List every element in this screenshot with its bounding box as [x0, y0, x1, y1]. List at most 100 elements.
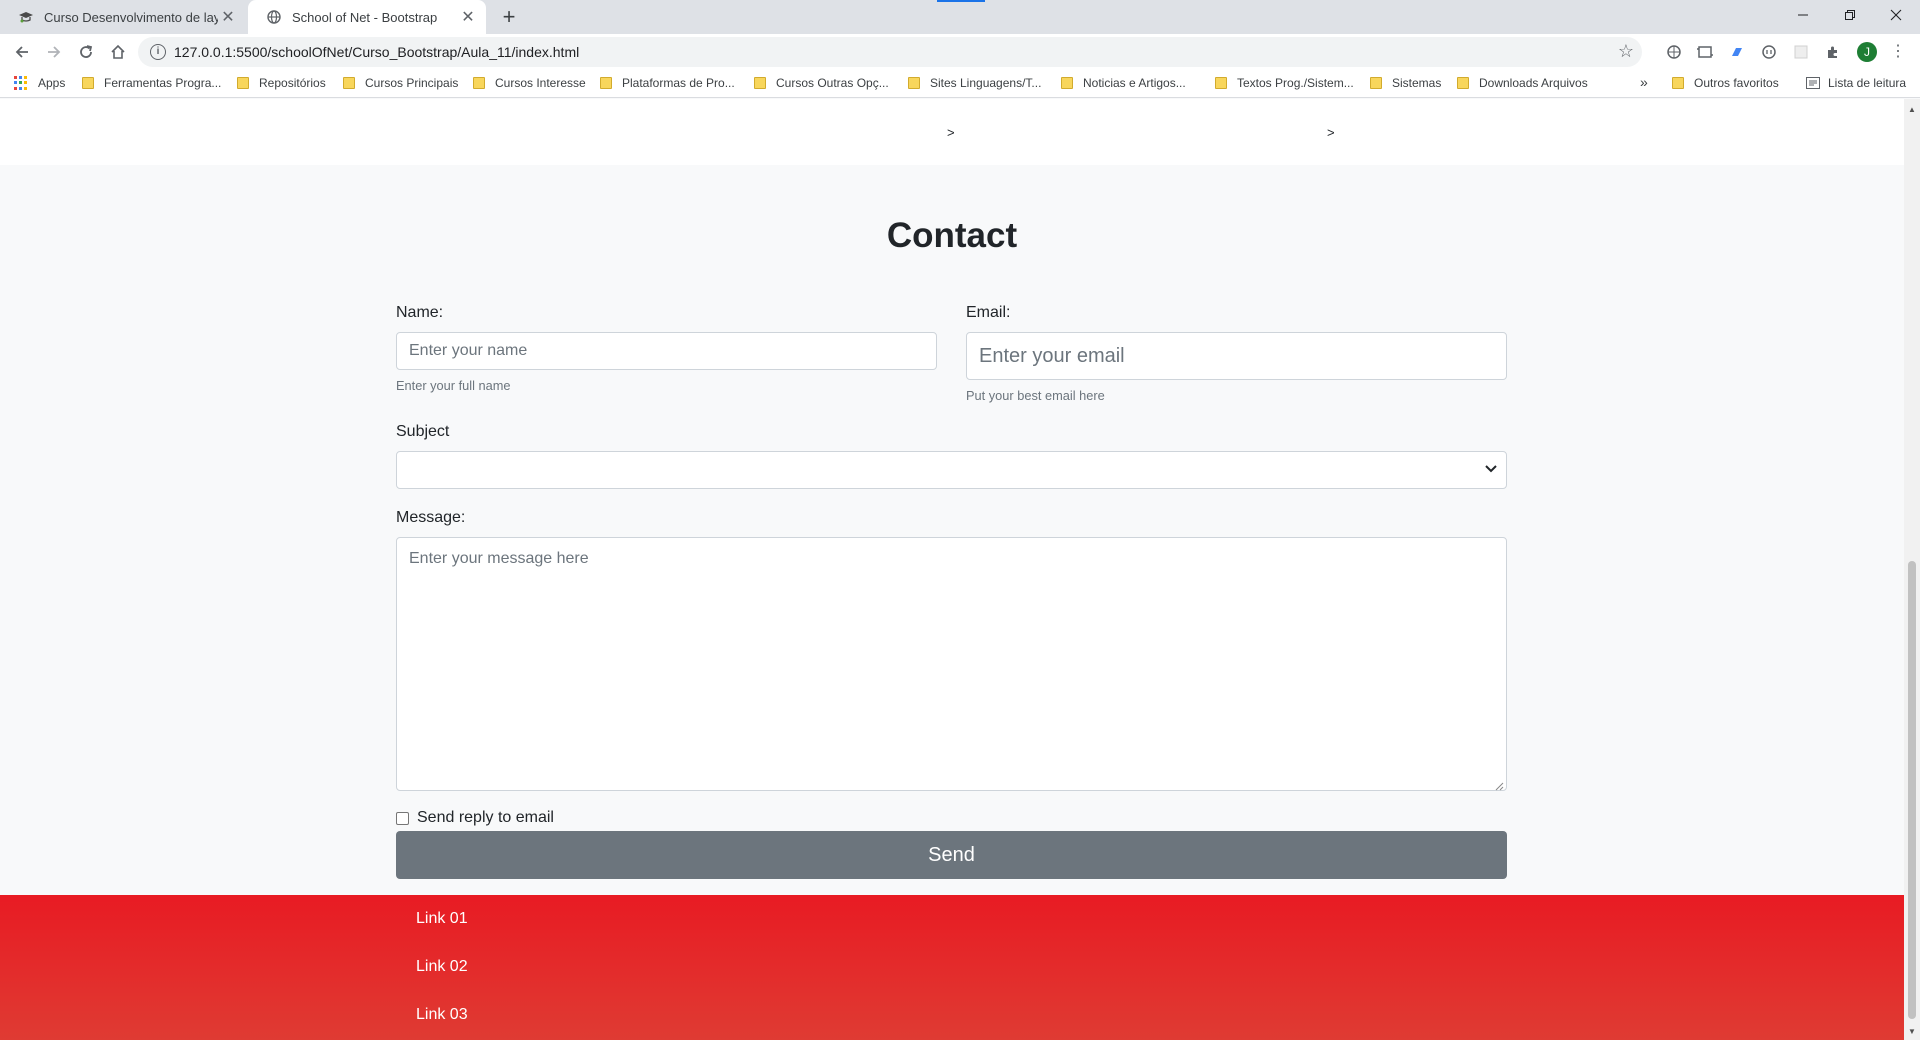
address-bar[interactable]: i 127.0.0.1:5500/schoolOfNet/Curso_Boots…: [138, 37, 1642, 67]
bookmark-label: Apps: [38, 76, 66, 90]
bookmark-label: Cursos Outras Opç...: [776, 76, 889, 90]
graduation-cap-icon: [18, 9, 34, 25]
drive-extension-icon[interactable]: [1728, 43, 1746, 61]
folder-icon: [908, 77, 920, 89]
footer: Link 01 Link 02 Link 03: [0, 895, 1904, 1040]
close-window-icon[interactable]: [1873, 0, 1919, 30]
bookmark-folder[interactable]: Sistemas: [1370, 76, 1441, 90]
bookmark-folder[interactable]: Cursos Principais: [343, 76, 458, 90]
extensions-puzzle-icon[interactable]: [1824, 43, 1842, 61]
tab-title: School of Net - Bootstrap: [292, 9, 438, 25]
message-label: Message:: [396, 509, 466, 526]
back-icon[interactable]: [8, 38, 36, 66]
extension-circle-icon[interactable]: [1760, 43, 1778, 61]
bookmark-folder[interactable]: Textos Prog./Sistem...: [1215, 76, 1354, 90]
name-input[interactable]: Enter your name: [396, 332, 937, 370]
folder-icon: [754, 77, 766, 89]
forward-icon[interactable]: [40, 38, 68, 66]
bookmark-label: Repositórios: [259, 76, 326, 90]
contact-title: Contact: [886, 216, 1018, 255]
page-viewport: > > Contact Name: Enter your name Enter …: [0, 99, 1904, 1040]
bookmark-label: Cursos Principais: [365, 76, 459, 90]
tab-strip: Curso Desenvolvimento de layou ✕ School …: [0, 0, 1920, 34]
folder-icon: [343, 77, 355, 89]
page-scrollbar[interactable]: ▲ ▼: [1904, 99, 1920, 1040]
bookmark-folder[interactable]: Sites Linguagens/T...: [908, 76, 1041, 90]
folder-icon: [1370, 77, 1382, 89]
reading-list-button[interactable]: Lista de leitura: [1806, 76, 1906, 90]
extension-blank-icon[interactable]: [1792, 43, 1810, 61]
folder-icon: [1457, 77, 1469, 89]
folder-icon: [1061, 77, 1073, 89]
folder-icon: [473, 77, 485, 89]
reply-checkbox-row[interactable]: Send reply to email: [396, 809, 554, 827]
footer-link-01[interactable]: Link 01: [416, 910, 468, 928]
profile-avatar[interactable]: J: [1857, 42, 1877, 62]
new-tab-icon[interactable]: +: [497, 4, 521, 29]
footer-link-03[interactable]: Link 03: [416, 1006, 468, 1024]
bookmarks-overflow-button[interactable]: »: [1640, 74, 1648, 90]
folder-icon: [82, 77, 94, 89]
bookmark-label: Textos Prog./Sistem...: [1237, 76, 1354, 90]
site-info-icon[interactable]: i: [150, 44, 166, 60]
resize-grip-icon[interactable]: [1494, 778, 1504, 791]
send-reply-checkbox[interactable]: [396, 811, 409, 825]
bookmark-label: Plataformas de Pro...: [622, 76, 735, 90]
bookmark-folder[interactable]: Cursos Outras Opç...: [754, 76, 889, 90]
bookmark-label: Noticias e Artigos...: [1083, 76, 1186, 90]
send-reply-label[interactable]: Send reply to email: [417, 809, 554, 827]
email-label: Email:: [966, 304, 1011, 321]
tab-curso-desenvolvimento[interactable]: Curso Desenvolvimento de layou ✕: [0, 0, 246, 34]
bookmark-label: Ferramentas Progra...: [104, 76, 222, 90]
message-textarea[interactable]: Enter your message here: [396, 537, 1507, 791]
folder-icon: [1215, 77, 1227, 89]
subject-select[interactable]: [396, 451, 1507, 489]
footer-link-02[interactable]: Link 02: [416, 958, 468, 976]
name-help-text: Enter your full name: [396, 378, 511, 393]
send-button[interactable]: Send: [396, 831, 1507, 879]
home-icon[interactable]: [104, 38, 132, 66]
bookmark-label: Outros favoritos: [1694, 76, 1779, 90]
reload-icon[interactable]: [72, 38, 100, 66]
scroll-down-arrow-icon[interactable]: ▼: [1908, 1027, 1916, 1036]
bookmark-other-favorites[interactable]: Outros favoritos: [1672, 76, 1779, 90]
tab-school-of-net[interactable]: School of Net - Bootstrap ✕: [248, 0, 486, 34]
close-tab-icon[interactable]: ✕: [458, 7, 478, 27]
restore-icon[interactable]: [1827, 0, 1873, 30]
bookmark-folder[interactable]: Repositórios: [237, 76, 326, 90]
url-text: 127.0.0.1:5500/schoolOfNet/Curso_Bootstr…: [174, 44, 580, 60]
screenshot-extension-icon[interactable]: [1696, 43, 1714, 61]
email-input[interactable]: Enter your email: [966, 332, 1507, 380]
tab-drag-indicator: [937, 0, 985, 2]
folder-icon: [600, 77, 612, 89]
bookmark-folder[interactable]: Noticias e Artigos...: [1061, 76, 1186, 90]
globe-icon: [266, 9, 282, 25]
bookmark-folder[interactable]: Downloads Arquivos: [1457, 76, 1588, 90]
close-tab-icon[interactable]: ✕: [218, 7, 238, 27]
reading-list-icon: [1806, 77, 1820, 89]
name-label: Name:: [396, 304, 444, 321]
bookmark-folder[interactable]: Cursos Interesse: [473, 76, 586, 90]
carousel-bottom-strip: > >: [0, 99, 1904, 165]
scrollbar-thumb[interactable]: [1908, 561, 1916, 1019]
extension-puzzle-globe-icon[interactable]: [1665, 43, 1683, 61]
tab-title: Curso Desenvolvimento de layou: [44, 9, 218, 25]
carousel-next-arrow[interactable]: >: [1327, 125, 1335, 140]
chevron-down-icon: [1482, 460, 1500, 478]
folder-icon: [1672, 77, 1684, 89]
carousel-next-arrow[interactable]: >: [947, 125, 955, 140]
bookmark-label: Downloads Arquivos: [1479, 76, 1588, 90]
browser-menu-icon[interactable]: ⋮: [1890, 41, 1906, 61]
bookmark-label: Cursos Interesse: [495, 76, 586, 90]
minimize-icon[interactable]: [1780, 0, 1826, 30]
bookmark-folder[interactable]: Ferramentas Progra...: [82, 76, 221, 90]
email-help-text: Put your best email here: [966, 388, 1105, 403]
reading-list-label: Lista de leitura: [1828, 76, 1907, 90]
bookmarks-bar: Apps Ferramentas Progra... Repositórios …: [0, 70, 1920, 98]
bookmark-star-icon[interactable]: ☆: [1618, 41, 1634, 62]
bookmark-folder[interactable]: Plataformas de Pro...: [600, 76, 735, 90]
apps-grid-icon: [14, 76, 28, 90]
bookmark-apps[interactable]: Apps: [14, 76, 65, 90]
scroll-up-arrow-icon[interactable]: ▲: [1908, 105, 1916, 114]
bookmark-label: Sistemas: [1392, 76, 1442, 90]
